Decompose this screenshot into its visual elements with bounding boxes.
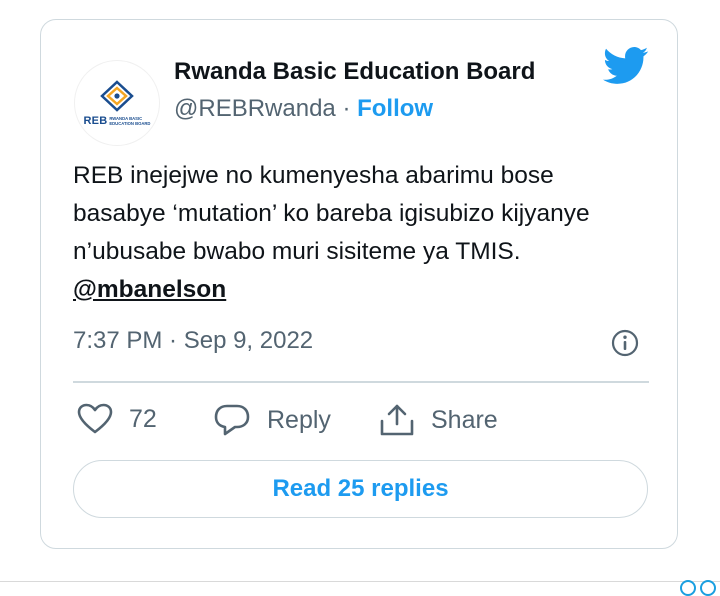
share-label: Share: [431, 405, 498, 434]
ad-info-icon[interactable]: [680, 580, 696, 596]
tweet-text: REB inejejwe no kumenyesha abarimu bose …: [73, 157, 653, 309]
like-button[interactable]: 72: [77, 403, 157, 435]
twitter-bird-icon[interactable]: [603, 46, 649, 86]
author-name[interactable]: Rwanda Basic Education Board: [174, 58, 535, 86]
heart-icon: [77, 403, 113, 434]
reb-logo: REB RWANDA BASIC EDUCATION BOARD: [84, 115, 151, 127]
logo-subtext: RWANDA BASIC EDUCATION BOARD: [109, 116, 150, 126]
logo-subtext-line-2: EDUCATION BOARD: [109, 121, 151, 126]
share-icon: [380, 404, 414, 436]
like-count: 72: [129, 404, 157, 433]
reply-label: Reply: [267, 405, 331, 434]
reply-bubble-icon: [214, 404, 250, 436]
tweet-timestamp[interactable]: 7:37 PM · Sep 9, 2022: [73, 327, 313, 355]
bottom-ad-strip: [0, 581, 720, 594]
reply-button[interactable]: Reply: [213, 403, 331, 437]
read-replies-button[interactable]: Read 25 replies: [73, 460, 648, 518]
separator-dot: ·: [342, 95, 351, 122]
divider: [73, 381, 649, 383]
share-button[interactable]: Share: [379, 403, 498, 437]
tweet-body: REB inejejwe no kumenyesha abarimu bose …: [73, 162, 590, 265]
logo-reb-text: REB: [83, 115, 108, 127]
avatar[interactable]: REB RWANDA BASIC EDUCATION BOARD: [74, 60, 160, 146]
reb-logo-mark-icon: [100, 80, 134, 112]
ad-choice-icons[interactable]: [680, 580, 716, 596]
mention-link[interactable]: @mbanelson: [73, 276, 226, 303]
tweet-card: REB RWANDA BASIC EDUCATION BOARD Rwanda …: [40, 19, 678, 549]
handle-row: @REBRwanda · Follow: [174, 95, 433, 123]
follow-button[interactable]: Follow: [357, 95, 433, 122]
info-icon[interactable]: [611, 329, 639, 357]
author-handle[interactable]: @REBRwanda: [174, 95, 336, 122]
ad-close-icon[interactable]: [700, 580, 716, 596]
